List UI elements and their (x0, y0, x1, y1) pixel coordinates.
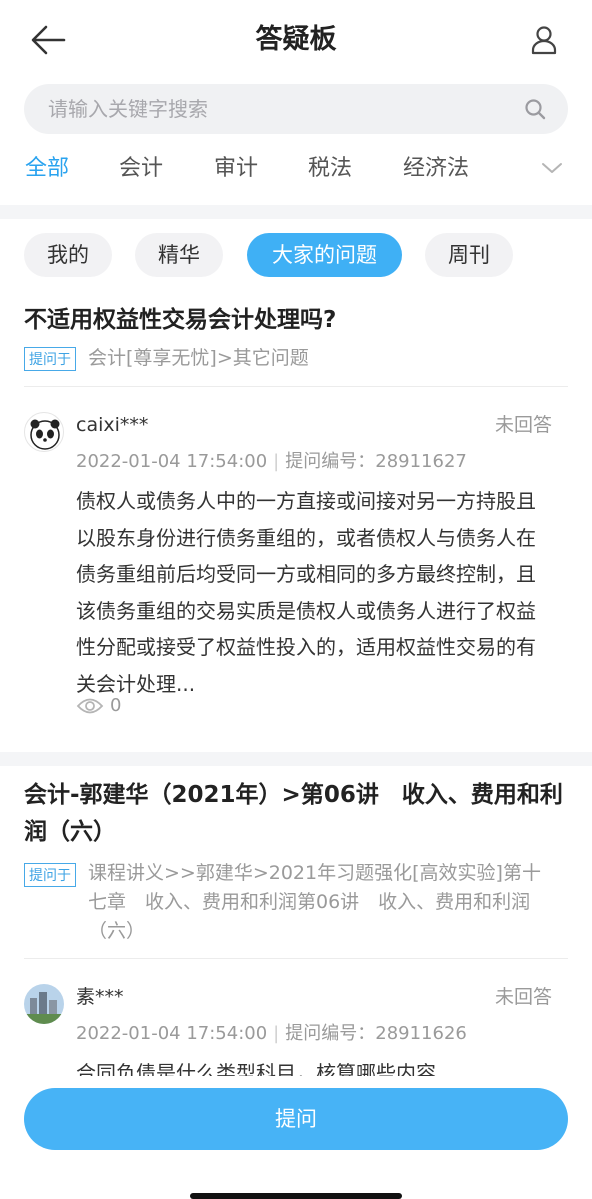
question-category-path: 会计[尊享无忧]>其它问题 (88, 347, 309, 369)
question-id: 提问编号：28911627 (285, 451, 467, 472)
question-category-path: 课程讲义>>郭建华>2021年习题强化[高效实验]第十七章 收入、费用和利润第0… (88, 862, 541, 942)
question-title[interactable]: 会计-郭建华（2021年）>第06讲 收入、费用和利润（六） (24, 777, 574, 851)
username: caixi*** (76, 414, 149, 436)
top-bar: 答疑板 (0, 0, 592, 80)
chevron-down-icon[interactable] (540, 156, 564, 180)
asked-in-tag: 提问于 (24, 863, 76, 887)
filter-weekly[interactable]: 周刊 (425, 233, 513, 277)
filter-mine[interactable]: 我的 (24, 233, 112, 277)
section-divider (0, 205, 592, 219)
tab-tax-law[interactable]: 税法 (308, 154, 352, 184)
bottom-action-area: 提问 (0, 1076, 592, 1199)
page-title: 答疑板 (255, 24, 337, 55)
answer-status: 未回答 (494, 986, 552, 1008)
meta-separator: | (273, 1023, 280, 1044)
tab-accounting[interactable]: 会计 (119, 154, 163, 184)
search-input[interactable] (48, 84, 508, 134)
tab-economic-law[interactable]: 经济法 (403, 154, 469, 184)
question-meta: 2022-01-04 17:54:00 | 提问编号：28911626 (76, 1021, 467, 1047)
section-divider (0, 752, 592, 766)
filter-chips: 我的 精华 大家的问题 周刊 (0, 230, 592, 280)
divider (24, 958, 568, 959)
tab-audit[interactable]: 审计 (214, 154, 258, 184)
avatar[interactable] (24, 412, 64, 452)
search-icon[interactable] (524, 98, 546, 120)
question-time: 2022-01-04 17:54:00 (76, 1023, 268, 1044)
home-indicator (190, 1193, 402, 1199)
divider (24, 386, 568, 387)
avatar[interactable] (24, 984, 64, 1024)
category-tabs: 全部 会计 审计 税法 经济法 (0, 146, 592, 194)
answer-status: 未回答 (494, 414, 552, 436)
view-count-value: 0 (110, 695, 122, 716)
filter-everyones-questions[interactable]: 大家的问题 (247, 233, 402, 277)
question-meta: 2022-01-04 17:54:00 | 提问编号：28911627 (76, 449, 467, 475)
filter-featured[interactable]: 精华 (135, 233, 223, 277)
question-body[interactable]: 债权人或债务人中的一方直接或间接对另一方持股且以股东身份进行债务重组的，或者债权… (76, 483, 546, 702)
tab-all[interactable]: 全部 (25, 154, 69, 184)
question-id: 提问编号：28911626 (285, 1023, 467, 1044)
question-title[interactable]: 不适用权益性交易会计处理吗? (24, 302, 574, 339)
search-bar (24, 84, 568, 134)
city-photo-avatar-icon (24, 984, 64, 1024)
eye-icon (76, 698, 104, 714)
asked-in-tag: 提问于 (24, 347, 76, 371)
panda-avatar-icon (30, 419, 60, 450)
user-profile-button[interactable] (526, 22, 562, 58)
meta-separator: | (273, 451, 280, 472)
question-time: 2022-01-04 17:54:00 (76, 451, 268, 472)
ask-question-button[interactable]: 提问 (24, 1088, 568, 1150)
username: 素*** (76, 986, 124, 1008)
user-icon (531, 26, 557, 55)
view-count: 0 (76, 693, 121, 719)
